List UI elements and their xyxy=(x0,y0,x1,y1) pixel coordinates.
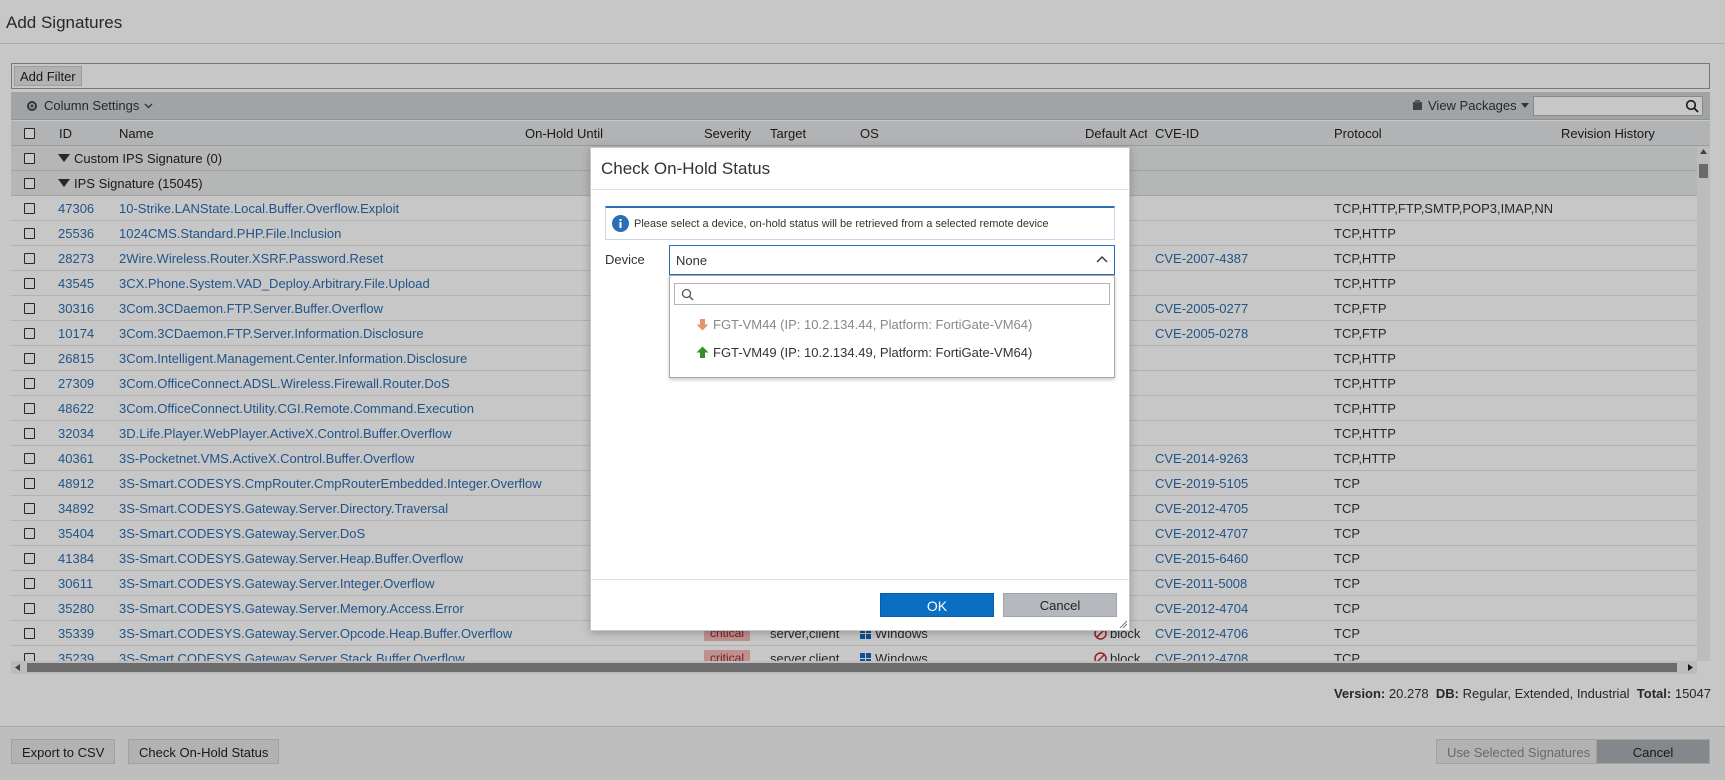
device-select-value: None xyxy=(676,253,708,268)
resize-handle-icon[interactable] xyxy=(1119,620,1127,628)
device-dropdown: FGT-VM44 (IP: 10.2.134.44, Platform: For… xyxy=(669,275,1115,378)
ok-button[interactable]: OK xyxy=(880,593,994,617)
device-option-fgt-vm49[interactable]: FGT-VM49 (IP: 10.2.134.49, Platform: For… xyxy=(696,345,1032,360)
info-text: Please select a device, on-hold status w… xyxy=(634,218,1049,230)
arrow-up-icon xyxy=(696,346,709,358)
dialog-title: Check On-Hold Status xyxy=(601,159,771,178)
device-select[interactable]: None xyxy=(669,245,1115,275)
dialog-header-divider xyxy=(591,189,1129,190)
device-option-label: FGT-VM44 (IP: 10.2.134.44, Platform: For… xyxy=(713,317,1033,332)
device-option-fgt-vm44[interactable]: FGT-VM44 (IP: 10.2.134.44, Platform: For… xyxy=(696,317,1032,332)
arrow-down-icon xyxy=(696,319,709,331)
device-label: Device xyxy=(605,252,645,267)
device-search-input[interactable] xyxy=(674,283,1110,305)
info-icon xyxy=(612,215,629,232)
dialog-cancel-button[interactable]: Cancel xyxy=(1003,593,1117,617)
info-message: Please select a device, on-hold status w… xyxy=(605,206,1115,240)
dialog-footer-divider xyxy=(591,579,1129,580)
search-icon xyxy=(681,288,694,301)
check-onhold-status-dialog: Check On-Hold Status Please select a dev… xyxy=(590,147,1130,631)
device-option-label: FGT-VM49 (IP: 10.2.134.49, Platform: For… xyxy=(713,345,1033,360)
chevron-up-icon[interactable] xyxy=(1096,255,1108,263)
